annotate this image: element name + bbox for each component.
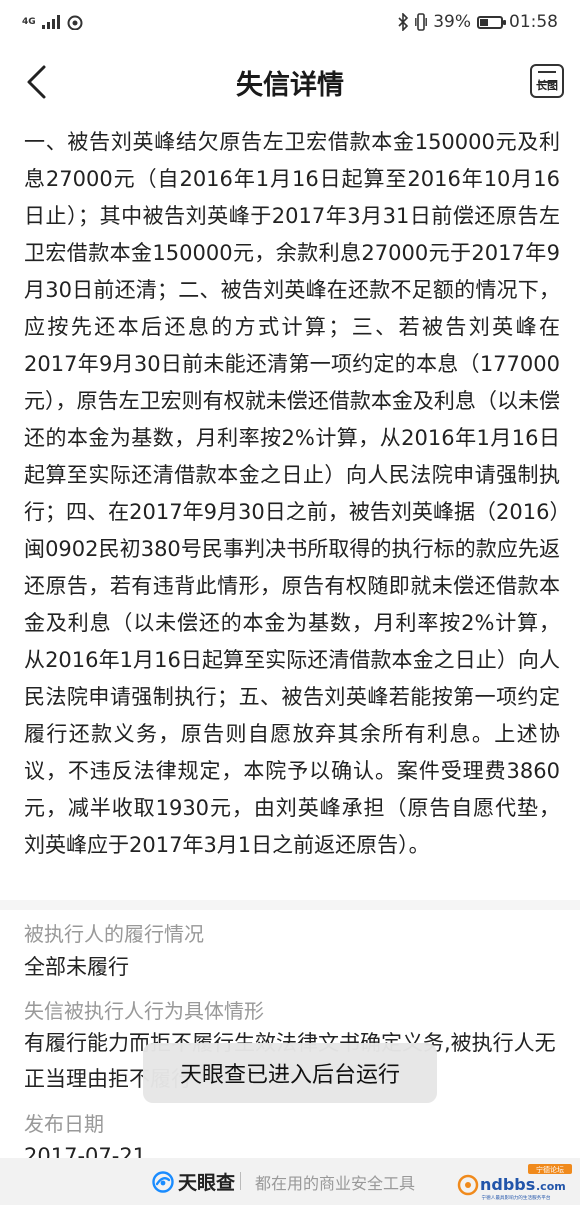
back-button[interactable] (14, 58, 58, 106)
status-right: 39% 01:58 (397, 12, 558, 32)
clock: 01:58 (509, 12, 558, 32)
long-image-button[interactable]: 长图 (530, 64, 564, 98)
battery-percent: 39% (433, 12, 471, 32)
judgment-text: 一、被告刘英峰结欠原告左卫宏借款本金150000元及利息27000元（自2016… (24, 130, 560, 857)
performance-label: 被执行人的履行情况 (24, 922, 204, 946)
vibrate-icon (415, 13, 428, 31)
brand-logo[interactable]: 天眼查 (152, 1168, 235, 1195)
network-type-label: 4G (22, 16, 36, 27)
performance-value: 全部未履行 (24, 955, 129, 979)
section-divider (0, 900, 580, 910)
publish-date-label: 发布日期 (24, 1112, 104, 1136)
background-toast: 天眼查已进入后台运行 (143, 1043, 437, 1103)
page-title: 失信详情 (236, 69, 344, 101)
tianyancha-logo-icon (152, 1170, 174, 1193)
svg-text:ndbbs: ndbbs (480, 1175, 535, 1194)
brand-name: 天眼查 (178, 1172, 236, 1194)
status-bar: 4G 39% 01:58 (0, 0, 580, 44)
back-arrow-icon (27, 65, 46, 99)
publish-date-value: 2017-07-21 (24, 1144, 147, 1158)
ndbbs-watermark-logo: 宁德论坛 ndbbs .com 宁德人最具影响力的生活服务平台 (457, 1164, 572, 1201)
svg-text:宁德人最具影响力的生活服务平台: 宁德人最具影响力的生活服务平台 (482, 1194, 551, 1201)
signal-icon (41, 15, 60, 29)
svg-text:宁德论坛: 宁德论坛 (536, 1165, 564, 1174)
long-image-label: 长图 (536, 79, 558, 92)
bluetooth-icon (398, 13, 409, 31)
battery-icon (477, 15, 506, 29)
behavior-label: 失信被执行人行为具体情形 (24, 999, 264, 1023)
title-bar: 失信详情 长图 (0, 44, 580, 120)
bottom-bar-separator (240, 1172, 241, 1190)
brand-slogan: 都在用的商业安全工具 (255, 1174, 416, 1193)
status-left: 4G (22, 14, 84, 30)
battery-level (480, 18, 488, 26)
svg-text:.com: .com (536, 1180, 566, 1193)
hotspot-icon (67, 15, 83, 30)
